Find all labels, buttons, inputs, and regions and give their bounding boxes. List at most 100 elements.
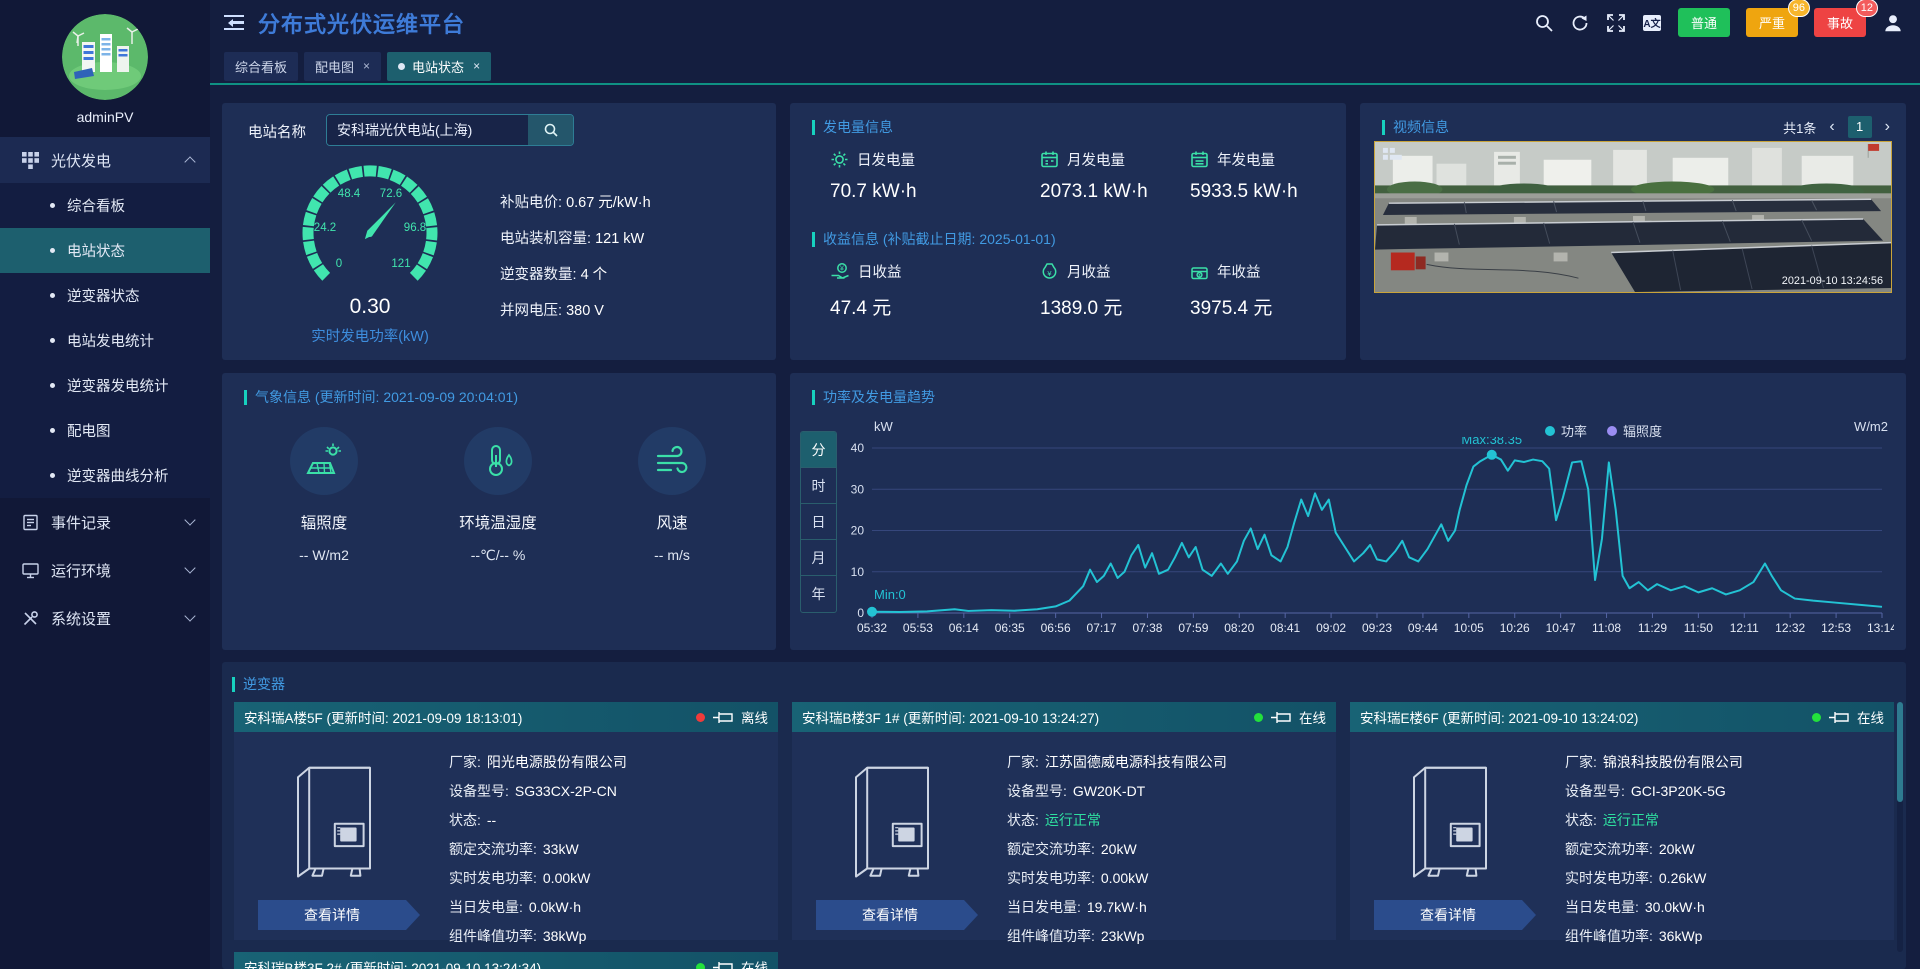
kv-value: 阳光电源股份有限公司 [487, 754, 627, 770]
refresh-icon[interactable] [1570, 13, 1590, 33]
sidebar-item-station-gen-stats[interactable]: 电站发电统计 [0, 318, 210, 363]
tab-minute[interactable]: 分 [801, 432, 836, 468]
alarm-severe-button[interactable]: 严重 96 [1746, 8, 1798, 37]
inverters-header: 逆变器 [232, 674, 285, 694]
sidebar-group-events[interactable]: 事件记录 [0, 498, 210, 546]
kv-row: 厂家:锦浪科技股份有限公司 [1565, 752, 1743, 772]
sidebar-item-label: 逆变器状态 [67, 285, 140, 306]
alarm-normal-button[interactable]: 普通 [1678, 8, 1730, 37]
sidebar: adminPV 光伏发电 综合看板 电站状态 逆变器状态 电站发电统计 逆变器发… [0, 0, 210, 969]
svg-text:Max:38.35: Max:38.35 [1461, 437, 1522, 447]
tab-label: 电站状态 [412, 57, 464, 76]
alarm-accident-badge: 12 [1856, 0, 1878, 17]
kv-row: 实时发电功率:0.00kW [449, 868, 590, 888]
logo-block: adminPV [0, 0, 210, 125]
inverter-card: 安科瑞E楼6F (更新时间: 2021-09-10 13:24:02) 在线 查… [1350, 702, 1894, 940]
tab-station-status[interactable]: 电站状态 × [387, 52, 491, 81]
sidebar-group-settings[interactable]: 系统设置 [0, 594, 210, 642]
search-icon[interactable] [1534, 13, 1554, 33]
daily-generation: 日发电量 70.7 kW·h [830, 149, 917, 203]
metric-value: 3975.4 元 [1190, 293, 1272, 320]
sidebar-pv-children: 综合看板 电站状态 逆变器状态 电站发电统计 逆变器发电统计 配电图 逆变器曲线… [0, 183, 210, 498]
view-details-button[interactable]: 查看详情 [816, 900, 978, 930]
tab-close-icon[interactable]: × [363, 59, 370, 73]
inverter-icon [712, 960, 734, 969]
tab-month[interactable]: 月 [801, 540, 836, 576]
inverter-title: 安科瑞E楼6F (更新时间: 2021-09-10 13:24:02) [1360, 707, 1638, 727]
generation-panel: 发电量信息 日发电量 70.7 kW·h 月发电量 2073.1 kW·h 年发… [790, 103, 1346, 360]
sidebar-item-inverter-status[interactable]: 逆变器状态 [0, 273, 210, 318]
detail-value: 380 V [566, 303, 604, 319]
pager-page-1[interactable]: 1 [1848, 116, 1872, 138]
fullscreen-icon[interactable] [1606, 13, 1626, 33]
chevron-down-icon [184, 610, 195, 621]
scrollbar-thumb[interactable] [1897, 702, 1903, 802]
pager-next-icon[interactable]: › [1885, 118, 1890, 136]
view-details-button[interactable]: 查看详情 [258, 900, 420, 930]
video-feed[interactable]: 2021-09-10 13:24:56 [1374, 141, 1892, 293]
svg-text:A文: A文 [1643, 17, 1661, 30]
sidebar-item-inverter-gen-stats[interactable]: 逆变器发电统计 [0, 363, 210, 408]
inverter-icon [1828, 710, 1850, 725]
section-title: 逆变器 [243, 674, 285, 694]
temp-humidity-icon [478, 441, 518, 481]
page-title: 分布式光伏运维平台 [258, 7, 465, 39]
tab-day[interactable]: 日 [801, 504, 836, 540]
metric-value: 70.7 kW·h [830, 181, 917, 203]
station-search-button[interactable] [528, 115, 573, 145]
section-title: 视频信息 [1393, 117, 1449, 137]
tab-hour[interactable]: 时 [801, 468, 836, 504]
svg-text:06:56: 06:56 [1041, 621, 1071, 635]
sidebar-item-inverter-curve[interactable]: 逆变器曲线分析 [0, 453, 210, 498]
accent-bar [812, 120, 815, 135]
tab-year[interactable]: 年 [801, 576, 836, 612]
kv-row: 额定交流功率:33kW [449, 839, 579, 859]
tab-dashboard[interactable]: 综合看板 [224, 52, 298, 81]
user-avatar-icon[interactable] [1882, 12, 1904, 34]
section-title: 收益信息 (补贴截止日期: 2025-01-01) [823, 229, 1056, 249]
sidebar-group-label: 事件记录 [51, 512, 111, 533]
language-icon[interactable]: A文 [1642, 13, 1662, 33]
inverter-title: 安科瑞B楼3F 1# (更新时间: 2021-09-10 13:24:27) [802, 707, 1099, 727]
kv-label: 设备型号: [1007, 783, 1067, 799]
inverter-illustration [1390, 744, 1510, 889]
sidebar-item-dashboard[interactable]: 综合看板 [0, 183, 210, 228]
tab-distribution[interactable]: 配电图× [304, 52, 381, 81]
tab-close-icon[interactable]: × [473, 59, 480, 73]
sidebar-item-station-status[interactable]: 电站状态 [0, 228, 210, 273]
kv-label: 设备型号: [1565, 783, 1625, 799]
svg-text:06:14: 06:14 [949, 621, 979, 635]
inverter-card-header: 安科瑞B楼3F 1# (更新时间: 2021-09-10 13:24:27) 在… [792, 702, 1336, 732]
inverter-illustration [832, 744, 952, 889]
coin-hand-icon: ¥ [830, 262, 850, 281]
app-root: adminPV 光伏发电 综合看板 电站状态 逆变器状态 电站发电统计 逆变器发… [0, 0, 1920, 969]
video-pager: 共1条 ‹ 1 › [1783, 116, 1890, 138]
sidebar-group-label: 系统设置 [51, 608, 111, 629]
topbar: 分布式光伏运维平台 A文 普通 严重 96 事故 12 [210, 0, 1920, 45]
pager-prev-icon[interactable]: ‹ [1829, 118, 1834, 136]
svg-text:07:59: 07:59 [1178, 621, 1208, 635]
kv-value: 0.0kW·h [529, 899, 581, 915]
station-panel: 电站名称 0 24.2 48.4 72.6 96.8 121 [222, 103, 776, 360]
accent-bar [812, 232, 815, 247]
accent-bar [244, 390, 247, 405]
metric-label: 月发电量 [1067, 149, 1125, 170]
scrollbar-track[interactable] [1897, 702, 1903, 952]
svg-text:10: 10 [851, 565, 865, 579]
sidebar-group-pv[interactable]: 光伏发电 [0, 137, 210, 183]
kv-row: 额定交流功率:20kW [1565, 839, 1695, 859]
video-panel: 视频信息 共1条 ‹ 1 › [1360, 103, 1906, 360]
svg-text:05:32: 05:32 [857, 621, 887, 635]
station-search-input[interactable] [327, 115, 528, 145]
kv-label: 实时发电功率: [449, 870, 537, 886]
view-details-button[interactable]: 查看详情 [1374, 900, 1536, 930]
power-gauge: 0 24.2 48.4 72.6 96.8 121 0.30 实时发电功率(kW… [275, 155, 465, 355]
alarm-accident-button[interactable]: 事故 12 [1814, 8, 1866, 37]
sidebar-item-distribution-diagram[interactable]: 配电图 [0, 408, 210, 453]
kv-value: 33kW [543, 841, 579, 857]
weather-value: -- W/m2 [254, 547, 394, 563]
sidebar-group-environment[interactable]: 运行环境 [0, 546, 210, 594]
metric-value: 47.4 元 [830, 293, 902, 320]
menu-collapse-icon[interactable] [224, 15, 244, 31]
content: 电站名称 0 24.2 48.4 72.6 96.8 121 [210, 85, 1920, 969]
